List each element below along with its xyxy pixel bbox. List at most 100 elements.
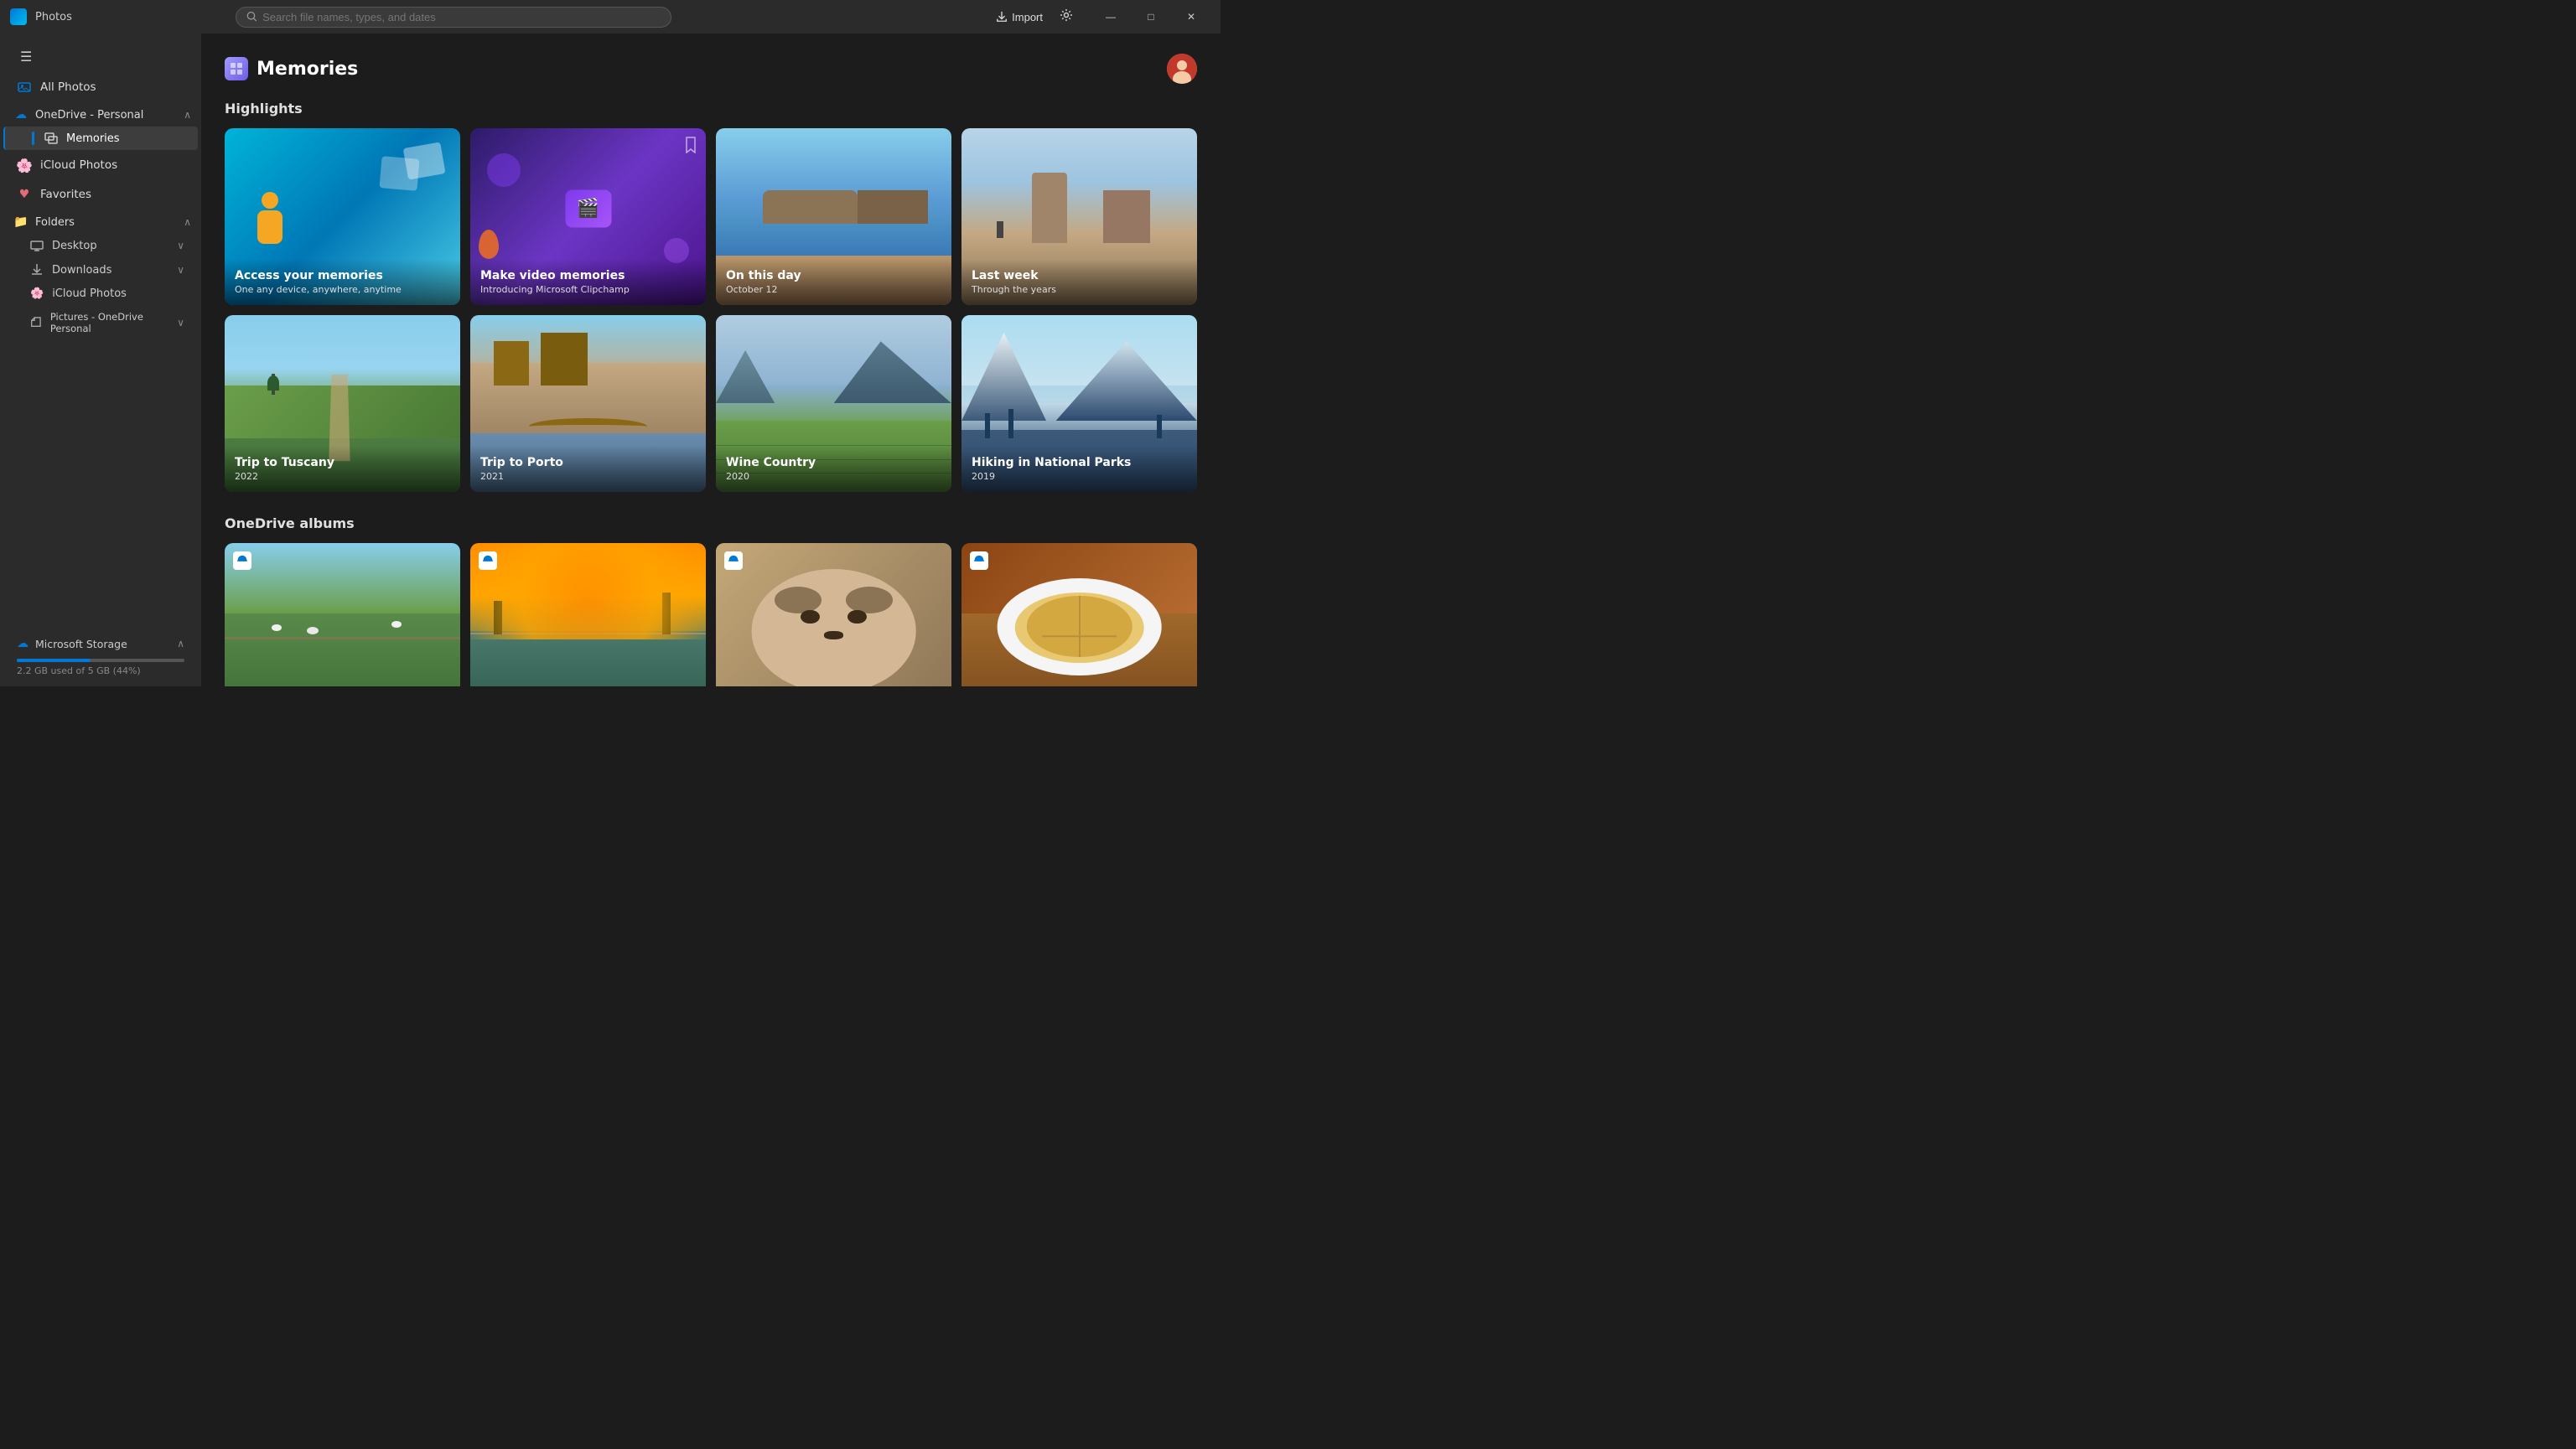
storage-cloud-icon: ☁ (17, 637, 29, 650)
memories-header: Memories (225, 54, 1197, 84)
app-icon (10, 8, 27, 25)
sidebar-item-desktop[interactable]: Desktop ∨ (3, 234, 198, 257)
memory-card-access[interactable]: Access your memories One any device, any… (225, 128, 460, 305)
porto-sub: 2021 (480, 471, 696, 482)
wine-sub: 2020 (726, 471, 941, 482)
folders-icon: 📁 (13, 215, 29, 230)
memory-card-video[interactable]: 🎬 Make video memories Introducing Micros… (470, 128, 706, 305)
favorites-icon: ♥ (17, 187, 32, 202)
sidebar-item-downloads[interactable]: Downloads ∨ (3, 258, 198, 282)
sidebar-onedrive-header[interactable]: ☁ OneDrive - Personal ∧ (0, 102, 201, 126)
porto-content: Trip to Porto 2021 (470, 446, 706, 492)
page-title: Memories (257, 59, 358, 80)
tuscany-sub: 2022 (235, 471, 450, 482)
maximize-button[interactable]: □ (1132, 3, 1170, 30)
active-indicator (32, 132, 34, 145)
onedrive-badge-2 (479, 551, 497, 570)
cycling-photo (470, 543, 706, 687)
memory-card-tuscany[interactable]: Trip to Tuscany 2022 (225, 315, 460, 492)
sidebar-item-favorites[interactable]: ♥ Favorites (3, 180, 198, 209)
memories-icon (44, 132, 58, 145)
last-week-sub: Through the years (972, 284, 1187, 295)
onedrive-badge-3 (724, 551, 743, 570)
on-this-day-sub: October 12 (726, 284, 941, 295)
sidebar-item-all-photos[interactable]: All Photos (3, 73, 198, 101)
tuscany-title: Trip to Tuscany (235, 456, 450, 469)
downloads-chevron: ∨ (177, 264, 184, 276)
deco-shape-1 (487, 153, 521, 187)
sidebar-folders-header[interactable]: 📁 Folders ∧ (0, 210, 201, 233)
minimize-button[interactable]: — (1091, 3, 1130, 30)
sidebar-item-memories[interactable]: Memories (3, 127, 198, 150)
hiking-sub: 2019 (972, 471, 1187, 482)
favorites-label: Favorites (40, 188, 91, 201)
memories-label: Memories (66, 132, 120, 145)
desktop-icon (30, 239, 44, 252)
search-bar[interactable] (236, 7, 671, 28)
hiking-content: Hiking in National Parks 2019 (961, 446, 1197, 492)
hamburger-menu[interactable]: ☰ (7, 42, 194, 71)
close-button[interactable]: ✕ (1172, 3, 1210, 30)
memory-card-porto[interactable]: Trip to Porto 2021 (470, 315, 706, 492)
titlebar: Photos Import — □ ✕ (0, 0, 1221, 34)
onedrive-albums-title: OneDrive albums (225, 515, 1197, 531)
food-photo (961, 543, 1197, 687)
deco-teardrop (479, 230, 499, 259)
last-week-title: Last week (972, 269, 1187, 282)
main-content: Memories Highlights (201, 34, 1221, 686)
floating-photo-2 (379, 156, 419, 191)
video-card-title: Make video memories (480, 269, 696, 282)
search-input[interactable] (262, 11, 661, 23)
sidebar-item-icloud[interactable]: 🌸 iCloud Photos (3, 151, 198, 179)
album-card-dog[interactable]: Dog Days (716, 543, 951, 687)
connamara-photo (225, 543, 460, 687)
hamburger-icon: ☰ (20, 49, 32, 65)
albums-grid: Camping in Connemara (225, 543, 1197, 687)
downloads-label: Downloads (52, 264, 111, 277)
icloud-icon: 🌸 (17, 158, 32, 173)
sidebar-resize-handle[interactable] (198, 34, 201, 686)
video-card-sub: Introducing Microsoft Clipchamp (480, 284, 696, 295)
settings-button[interactable] (1056, 5, 1076, 29)
downloads-icon (30, 263, 44, 277)
album-card-connamara[interactable]: Camping in Connemara (225, 543, 460, 687)
user-avatar[interactable] (1167, 54, 1197, 84)
pictures-icon (30, 316, 42, 329)
app-title: Photos (35, 11, 72, 23)
storage-bar-container (17, 659, 184, 662)
access-card-sub: One any device, anywhere, anytime (235, 284, 450, 295)
avatar-image (1167, 54, 1197, 84)
memory-card-last-week[interactable]: Last week Through the years (961, 128, 1197, 305)
album-card-food[interactable]: Food Pics (961, 543, 1197, 687)
pictures-chevron: ∨ (177, 317, 184, 329)
memory-card-hiking[interactable]: Hiking in National Parks 2019 (961, 315, 1197, 492)
import-button[interactable]: Import (989, 8, 1050, 27)
access-card-content: Access your memories One any device, any… (225, 259, 460, 305)
sidebar-bottom: ☁ Microsoft Storage ∧ 2.2 GB used of 5 G… (0, 622, 201, 686)
onedrive-badge-1 (233, 551, 251, 570)
memories-title-icon (225, 57, 248, 80)
album-card-cycling[interactable]: Cycling Trips (470, 543, 706, 687)
storage-chevron: ∧ (177, 638, 184, 649)
folders-chevron: ∧ (184, 216, 191, 228)
video-card-content: Make video memories Introducing Microsof… (470, 259, 706, 305)
film-icon: 🎬 (565, 190, 611, 228)
onedrive-badge-4 (970, 551, 988, 570)
highlights-grid: Access your memories One any device, any… (225, 128, 1197, 492)
app-body: ☰ All Photos ☁ OneDrive - Personal (0, 34, 1221, 686)
memory-card-on-this-day[interactable]: On this day October 12 (716, 128, 951, 305)
folders-label: Folders (35, 216, 75, 229)
memory-card-wine[interactable]: Wine Country 2020 (716, 315, 951, 492)
desktop-chevron: ∨ (177, 240, 184, 251)
gear-icon (1060, 8, 1073, 22)
tuscany-content: Trip to Tuscany 2022 (225, 446, 460, 492)
storage-bar (17, 659, 91, 662)
all-photos-label: All Photos (40, 80, 96, 94)
on-this-day-title: On this day (726, 269, 941, 282)
sidebar-item-pictures-onedrive[interactable]: Pictures - OneDrive Personal ∨ (3, 306, 198, 339)
icloud-label: iCloud Photos (40, 158, 117, 172)
storage-info[interactable]: ☁ Microsoft Storage ∧ (10, 632, 191, 655)
wine-content: Wine Country 2020 (716, 446, 951, 492)
pictures-label: Pictures - OneDrive Personal (50, 311, 168, 334)
sidebar-item-icloud-folder[interactable]: 🌸 iCloud Photos (3, 282, 198, 305)
